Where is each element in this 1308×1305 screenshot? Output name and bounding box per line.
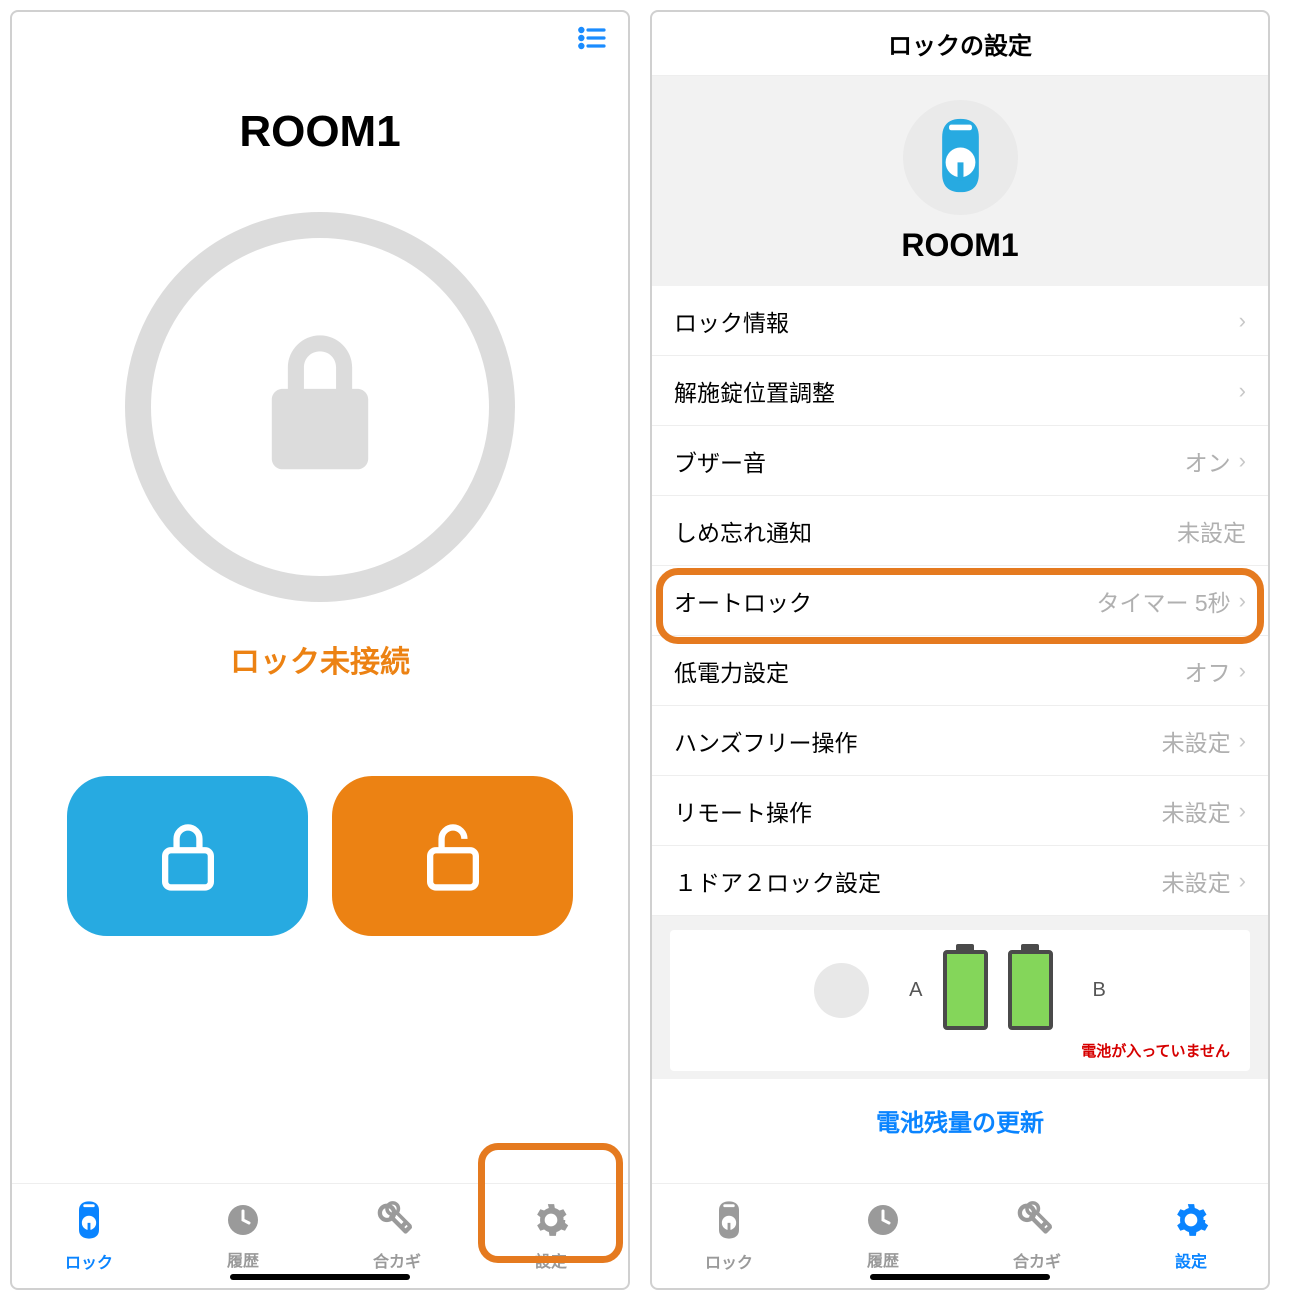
row-lock-info[interactable]: ロック情報 ›	[652, 286, 1268, 356]
row-forgot-notify[interactable]: しめ忘れ通知 未設定	[652, 496, 1268, 566]
tab-label: ロック	[65, 1249, 113, 1273]
row-value: 未設定	[1177, 514, 1246, 548]
battery-warning: 電池が入っていません	[690, 1040, 1230, 1061]
device-avatar	[903, 100, 1018, 215]
lock-button[interactable]	[67, 776, 308, 936]
row-remote[interactable]: リモート操作 未設定 ›	[652, 776, 1268, 846]
settings-list: ロック情報 › 解施錠位置調整 › ブザー音 オン › しめ忘れ通知 未設定 オー…	[652, 286, 1268, 916]
phone-lock-screen: ROOM1 ロック未接続 ロック 履歴	[10, 10, 630, 1290]
row-label: ハンズフリー操作	[674, 724, 858, 758]
room-title: ROOM1	[12, 107, 628, 157]
tab-key[interactable]: 合カギ	[320, 1184, 474, 1288]
key-icon	[377, 1201, 417, 1244]
battery-icon	[943, 950, 988, 1030]
list-icon[interactable]	[576, 22, 608, 63]
gear-icon	[1172, 1201, 1210, 1244]
row-value: オン	[1185, 444, 1231, 478]
clock-icon	[225, 1202, 261, 1243]
tab-key[interactable]: 合カギ	[960, 1184, 1114, 1288]
tab-settings[interactable]: 設定	[1114, 1184, 1268, 1288]
smartlock-icon	[711, 1200, 747, 1245]
tab-label: 合カギ	[373, 1248, 421, 1272]
tab-label: 履歴	[867, 1247, 899, 1271]
chevron-right-icon: ›	[1239, 658, 1246, 684]
unlock-button[interactable]	[332, 776, 573, 936]
battery-b-label: B	[1093, 979, 1106, 1002]
tab-label: 設定	[1175, 1248, 1207, 1272]
device-name: ROOM1	[652, 227, 1268, 264]
chevron-right-icon: ›	[1239, 588, 1246, 614]
row-value: タイマー 5秒	[1096, 584, 1230, 618]
row-position[interactable]: 解施錠位置調整 ›	[652, 356, 1268, 426]
gear-icon	[532, 1201, 570, 1244]
home-indicator[interactable]	[870, 1274, 1050, 1280]
row-label: リモート操作	[674, 794, 812, 828]
tab-history[interactable]: 履歴	[166, 1184, 320, 1288]
battery-icon	[1008, 950, 1053, 1030]
lock-status-text: ロック未接続	[12, 637, 628, 681]
header	[12, 12, 628, 72]
battery-card: A B 電池が入っていません	[670, 930, 1250, 1071]
tab-lock[interactable]: ロック	[12, 1184, 166, 1288]
row-label: １ドア２ロック設定	[674, 864, 881, 898]
chevron-right-icon: ›	[1239, 448, 1246, 474]
row-value: 未設定	[1162, 724, 1231, 758]
smartlock-icon	[933, 118, 988, 198]
row-handsfree[interactable]: ハンズフリー操作 未設定 ›	[652, 706, 1268, 776]
header: ロックの設定	[652, 12, 1268, 76]
smartlock-icon	[71, 1200, 107, 1245]
lock-status-circle[interactable]	[125, 212, 515, 602]
row-label: 解施錠位置調整	[674, 374, 835, 408]
tab-bar: ロック 履歴 合カギ 設定	[12, 1183, 628, 1288]
chevron-right-icon: ›	[1239, 798, 1246, 824]
tab-history[interactable]: 履歴	[806, 1184, 960, 1288]
row-autolock[interactable]: オートロック タイマー 5秒 ›	[652, 566, 1268, 636]
row-onedoor-twolock[interactable]: １ドア２ロック設定 未設定 ›	[652, 846, 1268, 916]
action-buttons	[12, 776, 628, 936]
row-value: 未設定	[1162, 864, 1231, 898]
home-indicator[interactable]	[230, 1274, 410, 1280]
row-label: ブザー音	[674, 444, 766, 478]
tab-label: ロック	[705, 1249, 753, 1273]
chevron-right-icon: ›	[1239, 868, 1246, 894]
battery-status-dot	[814, 963, 869, 1018]
row-buzzer[interactable]: ブザー音 オン ›	[652, 426, 1268, 496]
key-icon	[1017, 1201, 1057, 1244]
clock-icon	[865, 1202, 901, 1243]
row-label: しめ忘れ通知	[674, 514, 812, 548]
tab-bar: ロック 履歴 合カギ 設定	[652, 1183, 1268, 1288]
tab-settings[interactable]: 設定	[474, 1184, 628, 1288]
tab-label: 履歴	[227, 1247, 259, 1271]
tab-label: 設定	[535, 1248, 567, 1272]
chevron-right-icon: ›	[1239, 308, 1246, 334]
chevron-right-icon: ›	[1239, 378, 1246, 404]
battery-section: A B 電池が入っていません	[652, 916, 1268, 1079]
tab-lock[interactable]: ロック	[652, 1184, 806, 1288]
row-value: 未設定	[1162, 794, 1231, 828]
row-lowpower[interactable]: 低電力設定 オフ ›	[652, 636, 1268, 706]
device-header: ROOM1	[652, 76, 1268, 286]
row-value: オフ	[1185, 654, 1231, 688]
phone-settings-screen: ロックの設定 ROOM1 ロック情報 › 解施錠位置調整 › ブザー音 オン › …	[650, 10, 1270, 1290]
row-label: 低電力設定	[674, 654, 789, 688]
tab-label: 合カギ	[1013, 1248, 1061, 1272]
battery-a-label: A	[909, 979, 922, 1002]
row-label: オートロック	[674, 584, 812, 618]
page-title: ロックの設定	[888, 26, 1032, 61]
update-battery-link[interactable]: 電池残量の更新	[652, 1079, 1268, 1144]
lock-icon	[255, 330, 385, 485]
chevron-right-icon: ›	[1239, 728, 1246, 754]
row-label: ロック情報	[674, 304, 789, 338]
